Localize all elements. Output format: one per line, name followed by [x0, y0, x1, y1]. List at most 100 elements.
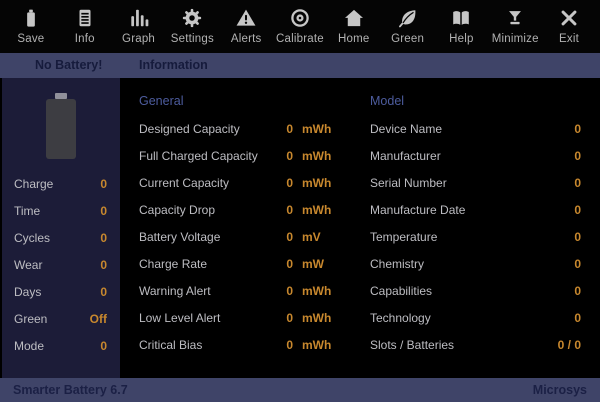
section-title-model: Model	[370, 88, 581, 115]
toolbar-button-alerts[interactable]: Alerts	[219, 0, 273, 53]
target-icon	[289, 7, 311, 29]
info-value: 0	[271, 338, 293, 352]
info-unit: mWh	[302, 311, 338, 325]
info-row-warning-alert: Warning Alert 0 mWh	[139, 277, 338, 304]
info-row-charge-rate: Charge Rate 0 mW	[139, 250, 338, 277]
info-value: 0 / 0	[539, 338, 581, 352]
info-row-manufacture-date: Manufacture Date 0	[370, 196, 581, 223]
stat-label: Time	[14, 204, 100, 218]
info-unit: mV	[302, 230, 338, 244]
model-section: Model Device Name 0 Manufacturer 0 Seria…	[370, 88, 581, 358]
toolbar-button-graph[interactable]: Graph	[112, 0, 166, 53]
sidebar-stats: Charge 0 Time 0 Cycles 0 Wear 0 Days 0	[2, 170, 120, 359]
info-row-serial-number: Serial Number 0	[370, 169, 581, 196]
smarter-battery-window: Save Info Graph	[0, 0, 600, 402]
info-value: 0	[539, 176, 581, 190]
info-row-capabilities: Capabilities 0	[370, 277, 581, 304]
info-label: Current Capacity	[139, 176, 271, 190]
toolbar-button-calibrate[interactable]: Calibrate	[273, 0, 327, 53]
info-value: 0	[271, 284, 293, 298]
info-value: 0	[539, 311, 581, 325]
stat-label: Green	[14, 312, 90, 326]
toolbar-label: Green	[391, 33, 424, 45]
toolbar-button-home[interactable]: Home	[327, 0, 381, 53]
content-area: Charge 0 Time 0 Cycles 0 Wear 0 Days 0	[0, 78, 600, 378]
info-label: Warning Alert	[139, 284, 271, 298]
info-row-technology: Technology 0	[370, 304, 581, 331]
stat-label: Charge	[14, 177, 100, 191]
info-list-icon	[74, 7, 96, 29]
toolbar-button-info[interactable]: Info	[58, 0, 112, 53]
info-label: Capacity Drop	[139, 203, 271, 217]
battery-body	[46, 99, 76, 159]
stat-row-cycles: Cycles 0	[2, 224, 120, 251]
toolbar-button-save[interactable]: Save	[4, 0, 58, 53]
stat-row-wear: Wear 0	[2, 251, 120, 278]
info-value: 0	[539, 284, 581, 298]
tab-bar: No Battery! Information	[0, 53, 600, 78]
info-label: Slots / Batteries	[370, 338, 539, 352]
info-value: 0	[271, 203, 293, 217]
info-label: Critical Bias	[139, 338, 271, 352]
stat-row-charge: Charge 0	[2, 170, 120, 197]
info-label: Capabilities	[370, 284, 539, 298]
stat-row-time: Time 0	[2, 197, 120, 224]
toolbar-button-settings[interactable]: Settings	[165, 0, 219, 53]
stat-label: Cycles	[14, 231, 100, 245]
info-label: Manufacturer	[370, 149, 539, 163]
toolbar-label: Info	[75, 33, 95, 45]
stat-label: Wear	[14, 258, 100, 272]
battery-graphic	[46, 93, 76, 159]
info-row-critical-bias: Critical Bias 0 mWh	[139, 331, 338, 358]
tab-information[interactable]: Information	[139, 53, 208, 78]
stat-row-days: Days 0	[2, 278, 120, 305]
stat-label: Days	[14, 285, 100, 299]
info-unit: mWh	[302, 149, 338, 163]
toolbar-button-exit[interactable]: Exit	[542, 0, 596, 53]
toolbar-label: Help	[449, 33, 473, 45]
info-value: 0	[271, 149, 293, 163]
battery-icon	[20, 7, 42, 29]
info-value: 0	[271, 230, 293, 244]
info-value: 0	[271, 311, 293, 325]
info-row-chemistry: Chemistry 0	[370, 250, 581, 277]
info-label: Technology	[370, 311, 539, 325]
toolbar-button-help[interactable]: Help	[435, 0, 489, 53]
toolbar-label: Exit	[559, 33, 579, 45]
info-value: 0	[539, 257, 581, 271]
toolbar: Save Info Graph	[0, 0, 600, 53]
gear-icon	[181, 7, 203, 29]
info-label: Battery Voltage	[139, 230, 271, 244]
toolbar-label: Home	[338, 33, 369, 45]
info-unit: mW	[302, 257, 338, 271]
app-version-label: Smarter Battery 6.7	[13, 383, 128, 397]
info-row-slots-batteries: Slots / Batteries 0 / 0	[370, 331, 581, 358]
section-title-general: General	[139, 88, 338, 115]
toolbar-label: Calibrate	[276, 33, 324, 45]
toolbar-label: Minimize	[492, 33, 539, 45]
info-label: Chemistry	[370, 257, 539, 271]
stat-value: 0	[100, 231, 107, 245]
info-unit: mWh	[302, 338, 338, 352]
info-unit: mWh	[302, 203, 338, 217]
stat-value: 0	[100, 285, 107, 299]
warning-triangle-icon	[235, 7, 257, 29]
info-label: Designed Capacity	[139, 122, 271, 136]
info-row-battery-voltage: Battery Voltage 0 mV	[139, 223, 338, 250]
toolbar-label: Graph	[122, 33, 155, 45]
info-value: 0	[539, 122, 581, 136]
status-bar: Smarter Battery 6.7 Microsys	[0, 378, 600, 402]
stat-value: 0	[100, 204, 107, 218]
vendor-label: Microsys	[533, 383, 587, 397]
info-value: 0	[271, 257, 293, 271]
info-value: 0	[539, 230, 581, 244]
info-row-capacity-drop: Capacity Drop 0 mWh	[139, 196, 338, 223]
info-row-full-charged-capacity: Full Charged Capacity 0 mWh	[139, 142, 338, 169]
sidebar: Charge 0 Time 0 Cycles 0 Wear 0 Days 0	[0, 78, 120, 378]
toolbar-button-green[interactable]: Green	[381, 0, 435, 53]
info-label: Temperature	[370, 230, 539, 244]
toolbar-label: Save	[17, 33, 44, 45]
toolbar-button-minimize[interactable]: Minimize	[488, 0, 542, 53]
toolbar-label: Alerts	[231, 33, 262, 45]
stat-row-mode: Mode 0	[2, 332, 120, 359]
